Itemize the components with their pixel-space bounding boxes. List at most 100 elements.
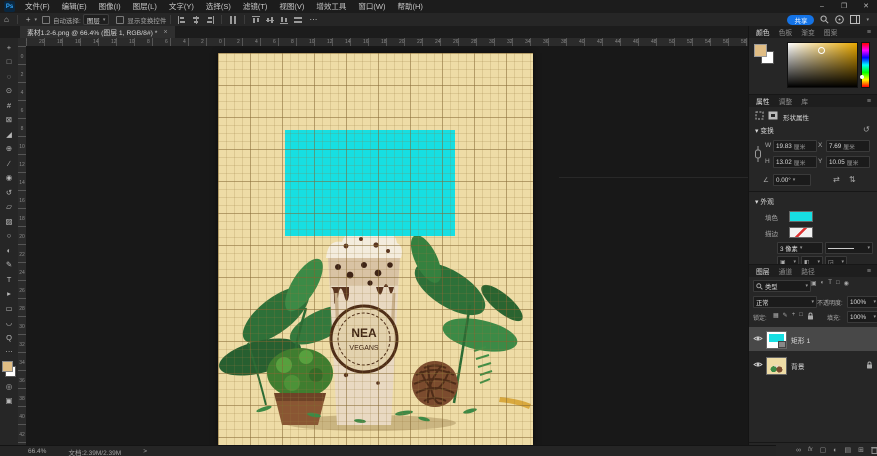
tab-layers[interactable]: 图层 (756, 266, 770, 276)
show-transform-checkbox[interactable] (116, 16, 124, 24)
align-bottom-icon[interactable] (280, 16, 288, 24)
visibility-eye-icon[interactable] (753, 335, 763, 342)
color-picker-marker[interactable] (818, 47, 825, 54)
lock-transparency-icon[interactable]: ▦ (773, 312, 779, 320)
fill-opacity-field[interactable]: 100%▾ (847, 311, 877, 323)
tab-close-icon[interactable]: × (163, 29, 167, 36)
status-options-chevron[interactable]: > (143, 448, 147, 455)
restore-button[interactable]: ❐ (833, 0, 855, 13)
minimize-button[interactable]: – (811, 0, 833, 13)
share-button[interactable]: 共享 (787, 15, 814, 25)
document-canvas[interactable]: NEA VEGANS (218, 53, 533, 445)
tab-properties[interactable]: 属性 (756, 96, 770, 106)
tool-preset-chevron-icon[interactable]: ▾ (35, 17, 38, 23)
tab-adjustments[interactable]: 调整 (779, 96, 793, 106)
home-icon[interactable]: ⌂ (0, 13, 13, 26)
menu-item[interactable]: 视图(V) (273, 0, 310, 13)
history-brush-tool[interactable]: ↺ (2, 185, 16, 200)
new-group-icon[interactable]: ▤ (845, 446, 852, 454)
panel-menu-icon[interactable]: ≡ (867, 29, 871, 36)
menu-item[interactable]: 帮助(H) (392, 0, 429, 13)
blur-tool[interactable]: ○ (2, 229, 16, 244)
lock-pixels-icon[interactable]: ✎ (783, 312, 788, 320)
close-button[interactable]: ✕ (855, 0, 877, 13)
layer-name[interactable]: 背景 (791, 361, 805, 371)
gradient-tool[interactable]: ▨ (2, 214, 16, 229)
screen-mode-button[interactable]: ▣ (2, 394, 16, 409)
fill-color-swatch[interactable] (789, 211, 813, 222)
crop-tool[interactable]: # (2, 98, 16, 113)
delete-layer-icon[interactable] (871, 446, 877, 454)
tab-color[interactable]: 颜色 (756, 27, 770, 37)
layer-name[interactable]: 矩形 1 (791, 335, 810, 345)
menu-item[interactable]: 增效工具 (310, 0, 352, 13)
foreground-color-swatch[interactable] (754, 44, 767, 57)
current-tool-icon[interactable]: + (22, 13, 35, 26)
layer-filter-dropdown[interactable]: 类型▾ (753, 280, 811, 292)
quick-mask-button[interactable]: ◎ (2, 379, 16, 394)
type-tool[interactable]: T (2, 272, 16, 287)
filter-adjustment-icon[interactable]: ◐ (821, 280, 825, 287)
align-right-icon[interactable] (206, 16, 214, 24)
layer-mask-icon[interactable]: ▢ (820, 446, 827, 454)
layer-row-rectangle[interactable]: 矩形 1 (749, 327, 877, 351)
workspace-chevron-icon[interactable]: ▾ (866, 17, 869, 23)
more-options-icon[interactable]: ⋯ (305, 13, 321, 26)
stroke-style-dropdown[interactable]: ▾ (825, 242, 873, 254)
healing-brush-tool[interactable]: ⊕ (2, 142, 16, 157)
stroke-width-field[interactable]: 3 像素▾ (777, 242, 823, 254)
workspace-layout-icon[interactable] (850, 15, 860, 24)
link-layers-icon[interactable]: ∞ (796, 447, 801, 454)
tab-gradients[interactable]: 渐变 (801, 27, 815, 37)
tab-channels[interactable]: 通道 (779, 266, 793, 276)
blend-mode-dropdown[interactable]: 正常▾ (753, 296, 817, 308)
distribute-icon[interactable] (229, 16, 237, 24)
visibility-eye-icon[interactable] (753, 361, 763, 368)
tab-libraries[interactable]: 库 (801, 96, 808, 106)
menu-item[interactable]: 图层(L) (127, 0, 163, 13)
align-top-icon[interactable] (252, 16, 260, 24)
foreground-color-swatch[interactable] (2, 361, 13, 372)
link-dimensions-icon[interactable] (754, 145, 762, 163)
hand-tool[interactable]: ◡ (2, 316, 16, 331)
frame-tool[interactable]: ⊠ (2, 113, 16, 128)
zoom-tool[interactable]: Q (2, 330, 16, 345)
menu-item[interactable]: 选择(S) (200, 0, 237, 13)
y-field[interactable]: 10.05厘米 (826, 156, 870, 168)
quick-selection-tool[interactable]: ⊙ (2, 84, 16, 99)
filter-shape-icon[interactable]: □ (836, 280, 840, 287)
layer-thumbnail[interactable] (766, 331, 787, 349)
edit-toolbar-button[interactable]: ⋯ (2, 345, 16, 360)
move-tool[interactable]: + (2, 40, 16, 55)
lock-artboard-icon[interactable]: □ (799, 312, 803, 320)
menu-item[interactable]: 图像(I) (93, 0, 127, 13)
new-layer-icon[interactable]: ⊞ (858, 446, 864, 454)
eraser-tool[interactable]: ▱ (2, 200, 16, 215)
pen-tool[interactable]: ✎ (2, 258, 16, 273)
dodge-tool[interactable]: ◐ (2, 243, 16, 258)
brush-tool[interactable]: ∕ (2, 156, 16, 171)
lock-all-icon[interactable] (807, 312, 814, 320)
transform-section-header[interactable]: ▾ 变换 (755, 125, 774, 135)
menu-item[interactable]: 文件(F) (19, 0, 56, 13)
opacity-field[interactable]: 100%▾ (847, 296, 877, 308)
path-selection-tool[interactable]: ▸ (2, 287, 16, 302)
menu-item[interactable]: 编辑(E) (56, 0, 93, 13)
auto-select-checkbox[interactable] (42, 16, 50, 24)
angle-field[interactable]: 0.00°▾ (773, 174, 811, 186)
layer-lock-icon[interactable] (866, 361, 873, 369)
tab-patterns[interactable]: 图案 (824, 27, 838, 37)
filter-pixel-icon[interactable]: ▣ (811, 280, 817, 287)
menu-item[interactable]: 窗口(W) (352, 0, 391, 13)
tab-swatches[interactable]: 色板 (779, 27, 793, 37)
shape-layer-rectangle[interactable] (285, 130, 455, 236)
panel-fg-bg-swatches[interactable] (754, 44, 774, 64)
x-field[interactable]: 7.69厘米 (826, 140, 870, 152)
lock-position-icon[interactable]: + (792, 312, 796, 320)
saturation-brightness-picker[interactable] (787, 42, 858, 88)
foreground-background-swatches[interactable] (2, 361, 16, 377)
clone-stamp-tool[interactable]: ◉ (2, 171, 16, 186)
flip-vertical-icon[interactable]: ⇅ (849, 175, 856, 184)
distribute-vertical-icon[interactable] (294, 16, 302, 24)
zoom-level[interactable]: 66.4% (28, 448, 46, 455)
